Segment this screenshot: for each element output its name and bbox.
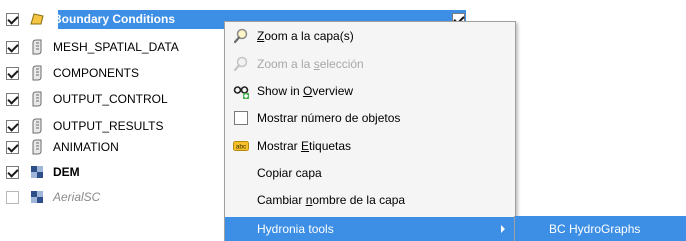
labels-icon: abc — [233, 138, 249, 154]
menu-item-label: BC HydroGraphs — [549, 222, 641, 236]
menu-item-show-feature-count[interactable]: Mostrar número de objetos — [225, 106, 515, 130]
vector-layer-icon — [29, 118, 45, 134]
menu-item-label: Zoom a la capa(s) — [257, 29, 354, 43]
layer-visibility-checkbox[interactable] — [6, 40, 19, 54]
layer-visibility-checkbox[interactable] — [6, 165, 19, 179]
layer-row-boundary-conditions[interactable]: Boundary Conditions — [6, 9, 175, 29]
zoom-icon — [233, 28, 249, 44]
submenu-arrow-icon — [501, 225, 505, 233]
layer-row-mesh-spatial-data[interactable]: MESH_SPATIAL_DATA — [6, 37, 179, 57]
layer-label: AerialSC — [53, 190, 101, 204]
layer-label: OUTPUT_CONTROL — [53, 92, 168, 106]
layer-label: Boundary Conditions — [53, 12, 175, 26]
layer-row-output-control[interactable]: OUTPUT_CONTROL — [6, 89, 168, 109]
layer-label: OUTPUT_RESULTS — [53, 119, 164, 133]
layer-visibility-checkbox[interactable] — [6, 92, 19, 106]
vector-layer-icon — [29, 91, 45, 107]
menu-item-zoom-to-selection[interactable]: Zoom a la selección — [225, 52, 515, 76]
menu-item-zoom-to-layer[interactable]: Zoom a la capa(s) — [225, 24, 515, 48]
layer-label: COMPONENTS — [53, 66, 140, 80]
menu-item-bc-hydrographs[interactable]: BC HydroGraphs — [515, 216, 685, 241]
layer-row-dem[interactable]: DEM — [6, 162, 80, 182]
menu-item-label: Copiar capa — [257, 166, 322, 180]
layer-visibility-checkbox[interactable] — [6, 12, 19, 26]
vector-layer-icon — [29, 39, 45, 55]
layer-label: ANIMATION — [53, 140, 119, 154]
menu-item-show-in-overview[interactable]: Show in Overview — [225, 79, 515, 103]
menu-item-label: Zoom a la selección — [257, 57, 364, 71]
menu-item-copy-layer[interactable]: Copiar capa — [225, 161, 515, 185]
raster-layer-icon — [29, 189, 45, 205]
vector-layer-icon — [29, 139, 45, 155]
polygon-layer-icon — [29, 11, 45, 27]
layer-label: DEM — [53, 165, 80, 179]
menu-item-label: Mostrar número de objetos — [257, 111, 401, 125]
layer-row-animation[interactable]: ANIMATION — [6, 137, 119, 157]
hydronia-tools-submenu: BC HydroGraphs — [514, 216, 686, 241]
menu-item-label: Mostrar Etiquetas — [257, 139, 352, 153]
menu-item-show-labels[interactable]: abc Mostrar Etiquetas — [225, 134, 515, 158]
checkbox-icon[interactable] — [233, 110, 249, 126]
zoom-icon — [233, 56, 249, 72]
layer-label: MESH_SPATIAL_DATA — [53, 40, 179, 54]
layer-row-aerialsc[interactable]: AerialSC — [6, 187, 100, 207]
layer-visibility-checkbox[interactable] — [6, 119, 19, 133]
menu-item-label: Show in Overview — [257, 84, 354, 98]
menu-item-label: Hydronia tools — [257, 222, 334, 236]
layer-context-menu: Zoom a la capa(s) Zoom a la selección Sh… — [224, 21, 516, 241]
menu-item-hydronia-tools[interactable]: Hydronia tools — [225, 217, 515, 241]
layer-row-components[interactable]: COMPONENTS — [6, 63, 139, 83]
vector-layer-icon — [29, 65, 45, 81]
overview-icon — [233, 83, 249, 99]
layer-row-output-results[interactable]: OUTPUT_RESULTS — [6, 116, 163, 136]
menu-item-rename-layer[interactable]: Cambiar nombre de la capa — [225, 188, 515, 212]
svg-text:abc: abc — [236, 144, 247, 151]
menu-item-label: Cambiar nombre de la capa — [257, 193, 406, 207]
layer-visibility-checkbox[interactable] — [6, 66, 19, 80]
raster-layer-icon — [29, 164, 45, 180]
layer-visibility-checkbox[interactable] — [6, 190, 19, 204]
layer-visibility-checkbox[interactable] — [6, 140, 19, 154]
